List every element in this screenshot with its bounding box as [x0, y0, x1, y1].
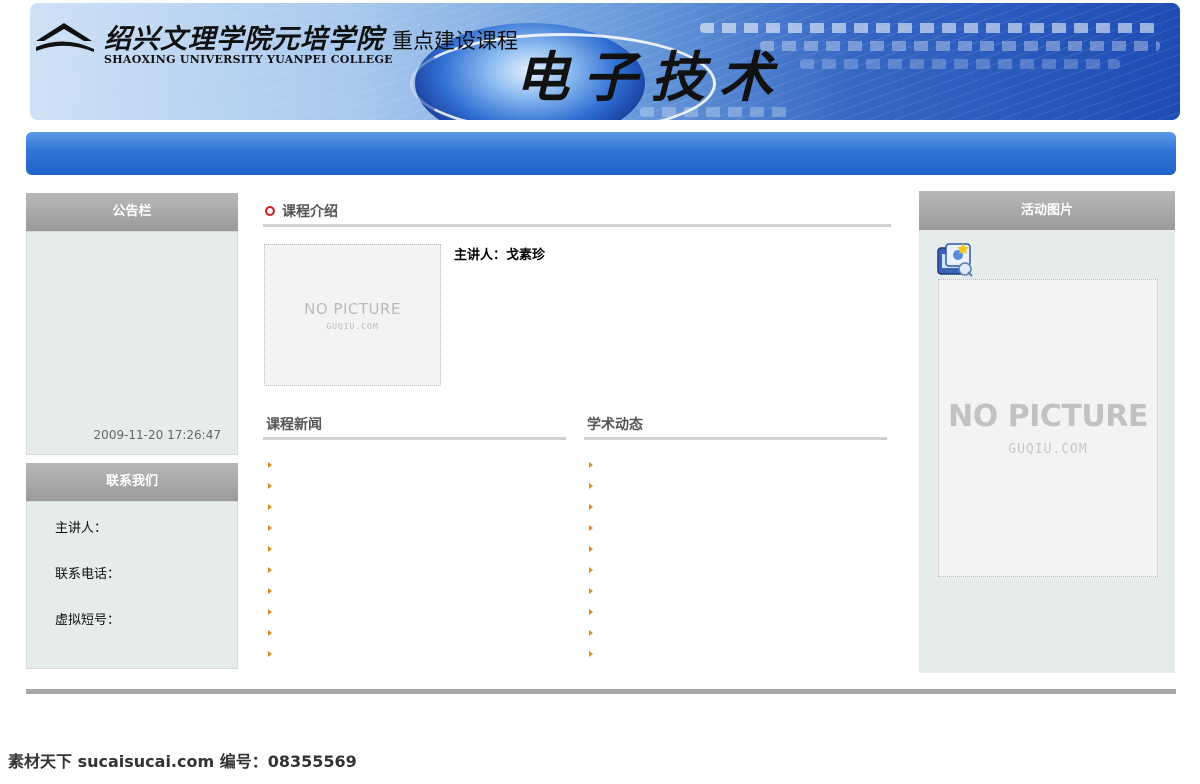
notice-body: 2009-11-20 17:26:47 [26, 231, 238, 455]
bullet-arrow-icon [268, 587, 272, 594]
list-item[interactable] [268, 601, 566, 622]
bullet-arrow-icon [589, 587, 593, 594]
circuit-graphic [700, 23, 1160, 33]
bullet-arrow-icon [268, 503, 272, 510]
academic-news-title[interactable]: 学术动态 [587, 417, 643, 433]
contact-panel: 联系我们 主讲人： 联系电话： 虚拟短号： [26, 463, 238, 669]
list-item[interactable] [268, 496, 566, 517]
bullet-arrow-icon [268, 650, 272, 657]
photo-gallery-icon [937, 243, 973, 277]
notice-title: 公告栏 [26, 193, 238, 231]
bullet-arrow-icon [268, 482, 272, 489]
list-item[interactable] [268, 475, 566, 496]
bullet-arrow-icon [589, 482, 593, 489]
activity-photo[interactable]: NO PICTURE GUQIU.COM [938, 279, 1158, 577]
nav-bar[interactable] [26, 132, 1176, 175]
notice-timestamp: 2009-11-20 17:26:47 [93, 428, 221, 442]
bullet-arrow-icon [589, 524, 593, 531]
contact-lecturer-label: 主讲人： [55, 521, 108, 536]
contact-body: 主讲人： 联系电话： 虚拟短号： [26, 501, 238, 669]
bullet-arrow-icon [268, 608, 272, 615]
bullet-arrow-icon [589, 566, 593, 573]
activity-photos-title: 活动图片 [919, 191, 1175, 230]
university-logo-icon [36, 23, 94, 52]
bullet-arrow-icon [268, 566, 272, 573]
placeholder-watermark: GUQIU.COM [1008, 442, 1088, 457]
list-item[interactable] [268, 538, 566, 559]
list-item[interactable] [589, 580, 887, 601]
list-item[interactable] [589, 601, 887, 622]
list-item[interactable] [589, 454, 887, 475]
placeholder-watermark: GUQIU.COM [326, 321, 379, 331]
bullet-circle-icon [265, 206, 275, 216]
course-title: 电子技术 [515, 45, 787, 109]
academic-news-section: 学术动态 [584, 414, 887, 664]
list-item[interactable] [589, 538, 887, 559]
bullet-arrow-icon [268, 524, 272, 531]
list-item[interactable] [268, 517, 566, 538]
contact-title: 联系我们 [26, 463, 238, 501]
footer-divider [26, 689, 1176, 694]
list-item[interactable] [268, 559, 566, 580]
university-name-cn: 绍兴文理学院元培学院 [104, 24, 384, 55]
lecturer-name: 主讲人：戈素珍 [454, 248, 546, 263]
course-news-title[interactable]: 课程新闻 [266, 417, 322, 433]
contact-shortnum-label: 虚拟短号： [55, 613, 121, 628]
list-item[interactable] [589, 559, 887, 580]
bullet-arrow-icon [268, 545, 272, 552]
divider [263, 437, 566, 440]
course-intro-title[interactable]: 课程介绍 [282, 201, 338, 221]
academic-list [584, 454, 887, 664]
placeholder-text: NO PICTURE [304, 299, 401, 318]
bullet-arrow-icon [268, 629, 272, 636]
bullet-arrow-icon [589, 629, 593, 636]
course-intro-section: 课程介绍 [263, 201, 891, 227]
bullet-arrow-icon [589, 503, 593, 510]
list-item[interactable] [589, 475, 887, 496]
course-intro-image: NO PICTURE GUQIU.COM [264, 244, 441, 386]
bullet-arrow-icon [268, 461, 272, 468]
source-watermark: 素材天下 sucaisucai.com 编号：08355569 [8, 752, 357, 771]
list-item[interactable] [589, 496, 887, 517]
university-name-en: SHAOXING UNIVERSITY YUANPEI COLLEGE [104, 53, 393, 66]
list-item[interactable] [268, 454, 566, 475]
course-tag: 重点建设课程 [392, 29, 518, 53]
divider [584, 437, 887, 440]
notice-panel: 公告栏 2009-11-20 17:26:47 [26, 193, 238, 455]
bullet-arrow-icon [589, 650, 593, 657]
course-news-section: 课程新闻 [263, 414, 566, 664]
list-item[interactable] [268, 622, 566, 643]
list-item[interactable] [268, 643, 566, 664]
circuit-graphic [760, 41, 1160, 51]
divider [263, 224, 891, 227]
list-item[interactable] [589, 517, 887, 538]
list-item[interactable] [268, 580, 566, 601]
list-item[interactable] [589, 643, 887, 664]
circuit-graphic [800, 59, 1120, 69]
news-list [263, 454, 566, 664]
placeholder-text: NO PICTURE [948, 399, 1148, 434]
contact-phone-label: 联系电话： [55, 567, 121, 582]
header-banner: 绍兴文理学院元培学院 重点建设课程 SHAOXING UNIVERSITY YU… [30, 3, 1180, 120]
bullet-arrow-icon [589, 461, 593, 468]
bullet-arrow-icon [589, 545, 593, 552]
list-item[interactable] [589, 622, 887, 643]
bullet-arrow-icon [589, 608, 593, 615]
